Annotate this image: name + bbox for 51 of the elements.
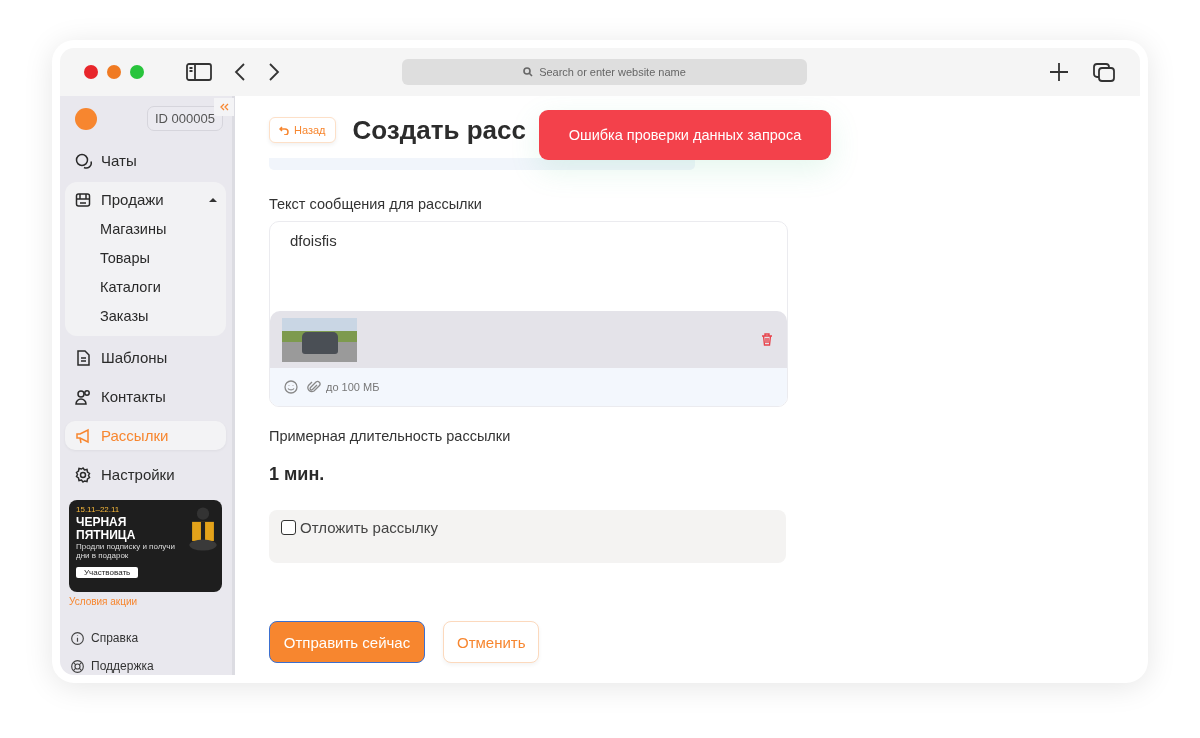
attachment-limit: до 100 МБ — [326, 381, 380, 393]
sidebar-toggle-icon[interactable] — [186, 61, 212, 83]
promo-button[interactable]: Участвовать — [76, 567, 139, 579]
caret-icon — [209, 196, 217, 203]
error-toast: Ошибка проверки данных запроса — [539, 110, 831, 160]
sidebar-item[interactable]: Чаты — [65, 146, 226, 176]
info-icon — [70, 630, 85, 646]
forward-icon[interactable] — [266, 61, 282, 83]
duration-value: 1 мин. — [269, 464, 326, 485]
account-id-badge: ID 000005 — [147, 106, 223, 132]
return-arrow-icon — [279, 125, 289, 135]
sidebar-subitem[interactable]: Заказы — [65, 301, 226, 331]
sidebar-footer-link[interactable]: Справка — [65, 629, 226, 647]
new-tab-icon[interactable] — [1048, 61, 1070, 83]
sidebar-item[interactable]: Продажи — [65, 185, 226, 215]
checkbox-label: Отложить рассылку — [300, 519, 439, 536]
megaphone-icon — [74, 426, 92, 445]
lifebuoy-icon — [70, 658, 85, 674]
sidebar-item[interactable]: Настройки — [65, 460, 226, 490]
delay-checkbox[interactable] — [281, 520, 296, 535]
sidebar-item[interactable]: Контакты — [65, 382, 226, 412]
document-icon — [74, 348, 92, 367]
emoji-icon[interactable] — [284, 380, 298, 394]
promo-title: ЧЕРНАЯ ПЯТНИЦА — [76, 516, 137, 542]
sidebar-subitem[interactable]: Каталоги — [65, 272, 226, 302]
minimize-window-button[interactable] — [107, 65, 121, 79]
collapse-sidebar-button[interactable] — [214, 98, 234, 116]
double-chevron-icon — [219, 103, 229, 111]
address-bar[interactable]: Search or enter website name — [402, 59, 807, 85]
settings-icon — [74, 465, 92, 484]
field-label: Примерная длительность рассылки — [269, 428, 512, 444]
promo-banner[interactable]: 15.11–22.11 ЧЕРНАЯ ПЯТНИЦА Продли подписку и получи дни в подарок Участвовать — [69, 500, 222, 592]
sidebar-subitem[interactable]: Магазины — [65, 214, 226, 244]
people-icon — [74, 387, 92, 406]
logo-icon — [75, 107, 97, 130]
store-icon — [74, 190, 92, 209]
back-icon[interactable] — [232, 61, 248, 83]
paperclip-icon[interactable] — [307, 380, 321, 394]
sidebar-subitem[interactable]: Товары — [65, 243, 226, 273]
chat-bubbles-icon — [74, 151, 92, 170]
field-label: Текст сообщения для рассылки — [269, 196, 483, 212]
promo-subtitle: Продли подписку и получи дни в подарок — [76, 543, 176, 562]
page-title: Создать расс — [352, 114, 526, 146]
delete-icon[interactable] — [761, 333, 773, 346]
promo-dates: 15.11–22.11 — [76, 505, 121, 515]
sidebar-footer-link[interactable]: Поддержка — [65, 657, 226, 675]
sidebar-item[interactable]: Шаблоны — [65, 343, 226, 373]
message-input[interactable]: dfoisfis — [270, 222, 787, 311]
maximize-window-button[interactable] — [130, 65, 144, 79]
tabs-overview-icon[interactable] — [1092, 61, 1116, 83]
close-window-button[interactable] — [84, 65, 98, 79]
